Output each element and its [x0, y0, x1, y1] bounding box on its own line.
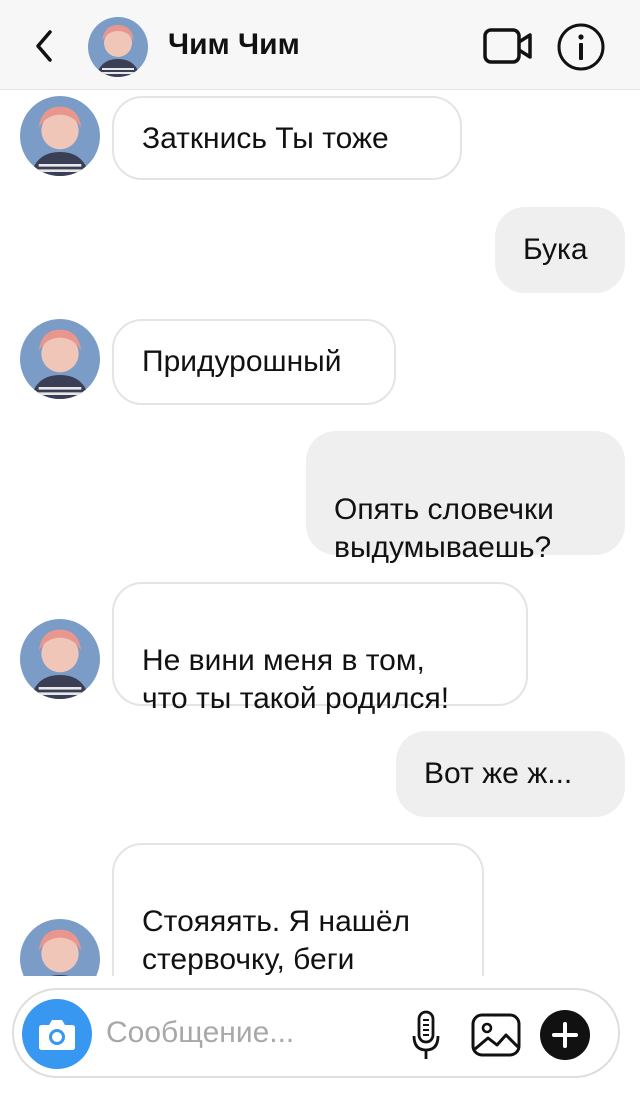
camera-button[interactable]: [22, 999, 92, 1069]
info-button[interactable]: [556, 22, 606, 72]
avatar[interactable]: [20, 919, 100, 976]
message-thread[interactable]: Заткнись Ты тоже Бука Придурошный Опять …: [0, 90, 640, 976]
outgoing-message[interactable]: Вот же ж...: [396, 731, 625, 817]
avatar[interactable]: [20, 319, 100, 399]
back-button[interactable]: [28, 26, 64, 66]
chevron-left-icon: [36, 30, 52, 62]
video-camera-icon: [483, 28, 532, 64]
message-text: Вот же ж...: [424, 757, 573, 790]
info-icon: [557, 23, 605, 71]
message-text: Стояяять. Я нашёл стервочку, беги вниз!!…: [142, 905, 411, 976]
incoming-message[interactable]: Придурошный: [112, 319, 396, 405]
message-text: Придурошный: [142, 345, 342, 378]
incoming-message[interactable]: Заткнись Ты тоже: [112, 96, 462, 180]
contact-avatar-image: [20, 319, 100, 399]
contact-avatar-image: [20, 919, 100, 976]
contact-avatar-image: [20, 619, 100, 699]
camera-icon: [39, 1020, 75, 1050]
avatar[interactable]: [20, 96, 100, 176]
message-input[interactable]: [106, 1010, 396, 1056]
message-text: Опять словечки выдумываешь?: [334, 493, 554, 564]
gallery-button[interactable]: [470, 1012, 522, 1058]
video-call-button[interactable]: [482, 24, 534, 68]
plus-icon: [552, 1022, 578, 1048]
message-text: Заткнись Ты тоже: [142, 122, 389, 155]
message-text: Бука: [523, 233, 588, 266]
outgoing-message[interactable]: Бука: [495, 207, 625, 293]
message-text: Не вини меня в том, что ты такой родился…: [142, 644, 450, 715]
contact-avatar-image: [20, 96, 100, 176]
microphone-icon: [412, 1010, 440, 1059]
message-composer: [12, 988, 620, 1078]
header-contact-avatar[interactable]: [88, 17, 148, 77]
avatar[interactable]: [20, 619, 100, 699]
voice-message-button[interactable]: [412, 1010, 440, 1062]
incoming-message[interactable]: Не вини меня в том, что ты такой родился…: [112, 582, 528, 715]
incoming-message[interactable]: Стояяять. Я нашёл стервочку, беги вниз!!…: [112, 843, 484, 976]
image-gallery-icon: [471, 1013, 521, 1057]
more-options-button[interactable]: [540, 1010, 590, 1060]
contact-name[interactable]: Чим Чим: [168, 28, 300, 62]
chat-header: Чим Чим: [0, 0, 640, 90]
outgoing-message[interactable]: Опять словечки выдумываешь?: [306, 431, 625, 564]
